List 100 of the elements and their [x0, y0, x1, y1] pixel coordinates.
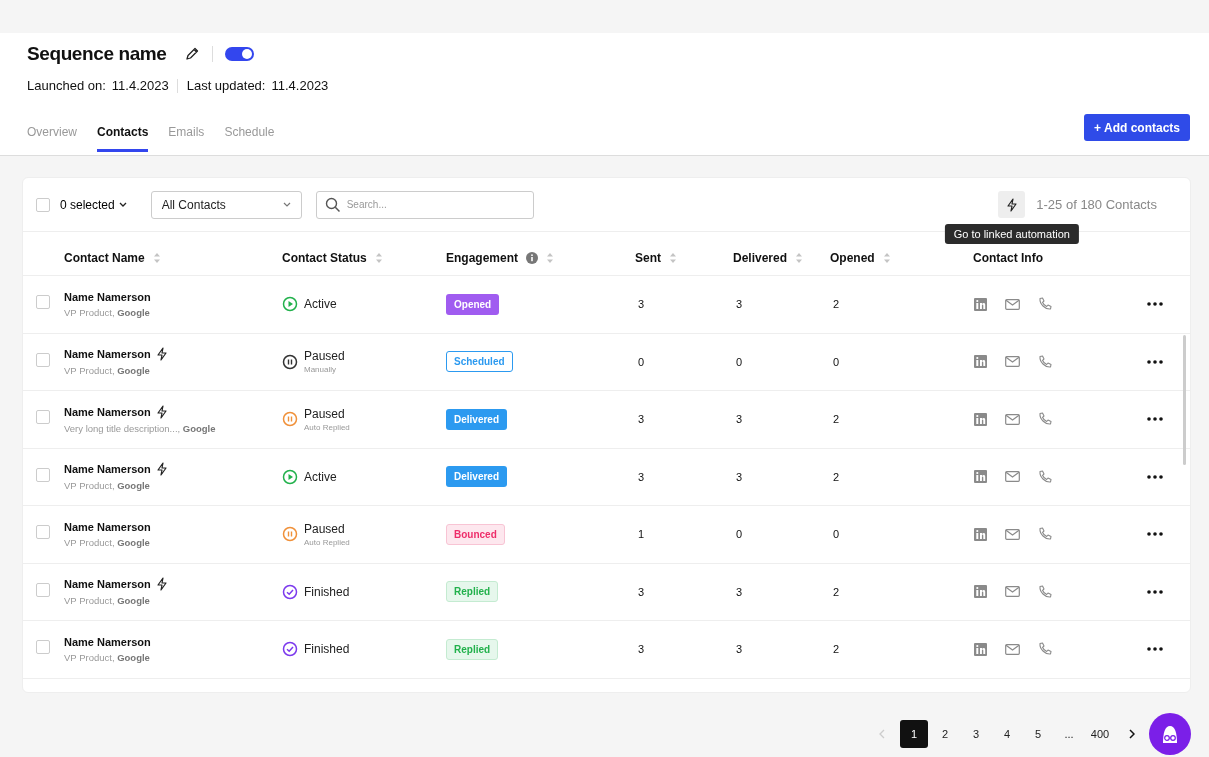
status-label: Finished [304, 642, 350, 657]
edit-icon[interactable] [184, 46, 201, 62]
page-button[interactable]: 400 [1086, 720, 1114, 748]
column-header[interactable]: Engagement [446, 250, 518, 265]
contacts-filter-dropdown[interactable]: All Contacts [150, 190, 302, 219]
linkedin-icon[interactable] [974, 297, 987, 311]
contact-name[interactable]: Name Namerson [64, 578, 151, 591]
updated-date: 11.4.2023 [271, 78, 329, 93]
more-icon[interactable] [1147, 589, 1163, 594]
contact-name[interactable]: Name Namerson [64, 405, 151, 418]
add-contacts-button[interactable]: + Add contacts [1084, 114, 1190, 141]
engagement-badge: Replied [446, 581, 499, 603]
mail-icon[interactable] [1005, 471, 1020, 483]
row-checkbox[interactable] [36, 295, 50, 310]
launched-label: Launched on: [27, 78, 106, 93]
page-button[interactable]: 3 [962, 720, 990, 748]
contact-name[interactable]: Name Namerson [64, 290, 151, 303]
phone-icon[interactable] [1038, 412, 1052, 427]
more-icon[interactable] [1147, 532, 1163, 537]
table-cell: 3 [638, 585, 645, 598]
sort-icon[interactable] [882, 251, 891, 264]
table-cell: 3 [736, 585, 743, 598]
row-checkbox[interactable] [36, 410, 50, 425]
page-button[interactable]: 1 [900, 720, 928, 748]
select-all-checkbox[interactable] [36, 197, 50, 212]
more-icon[interactable] [1147, 302, 1163, 307]
contact-name[interactable]: Name Namerson [64, 463, 151, 476]
page-button[interactable]: ... [1055, 720, 1083, 748]
sort-icon[interactable] [546, 251, 554, 264]
linkedin-icon[interactable] [974, 527, 987, 541]
mail-icon[interactable] [1005, 356, 1020, 368]
table-cell: 0 [833, 528, 840, 541]
more-icon[interactable] [1147, 474, 1163, 479]
phone-icon[interactable] [1038, 584, 1052, 599]
more-icon[interactable] [1147, 417, 1163, 422]
row-checkbox[interactable] [36, 640, 50, 655]
table-cell: 3 [638, 470, 645, 483]
column-header[interactable]: Delivered [733, 250, 788, 265]
sort-icon[interactable] [374, 251, 383, 264]
status-label: Paused [304, 521, 346, 536]
mail-icon[interactable] [1005, 413, 1020, 425]
selection-dropdown[interactable]: 0 selected [60, 197, 127, 212]
table-cell: 0 [638, 355, 645, 368]
job-title: VP Product, Google [64, 480, 151, 492]
row-checkbox[interactable] [36, 525, 50, 540]
table-cell: 3 [736, 643, 743, 656]
row-checkbox[interactable] [36, 467, 50, 482]
linkedin-icon[interactable] [974, 642, 987, 656]
column-header[interactable]: Contact Name [64, 250, 145, 265]
table-cell: 0 [833, 355, 840, 368]
phone-icon[interactable] [1038, 354, 1052, 369]
mail-icon[interactable] [1005, 298, 1020, 310]
more-icon[interactable] [1147, 647, 1163, 652]
active-toggle[interactable] [225, 47, 255, 61]
status-label: Active [304, 297, 337, 312]
phone-icon[interactable] [1038, 527, 1052, 542]
page-button[interactable]: 5 [1024, 720, 1052, 748]
column-header[interactable]: Sent [635, 250, 661, 265]
assistant-button[interactable] [1149, 713, 1191, 755]
linkedin-icon[interactable] [974, 470, 987, 484]
linkedin-icon[interactable] [974, 585, 987, 599]
table-cell: 3 [638, 643, 645, 656]
sort-icon[interactable] [152, 251, 161, 264]
more-icon[interactable] [1147, 359, 1163, 364]
sort-icon[interactable] [669, 251, 677, 264]
table-cell: 0 [736, 355, 743, 368]
job-title: VP Product, Google [64, 306, 151, 318]
sort-icon[interactable] [795, 251, 804, 264]
tab[interactable]: Contacts [97, 125, 149, 152]
contact-name[interactable]: Name Namerson [64, 635, 151, 648]
page-button[interactable]: 2 [931, 720, 959, 748]
mail-icon[interactable] [1005, 586, 1020, 598]
job-title: Very long title description..., Google [64, 422, 217, 434]
column-header[interactable]: Opened [830, 250, 875, 265]
contact-name[interactable]: Name Namerson [64, 520, 151, 533]
chevron-right-icon[interactable] [1129, 729, 1135, 739]
mail-icon[interactable] [1005, 643, 1020, 655]
phone-icon[interactable] [1038, 642, 1052, 657]
table-cell: 3 [736, 298, 743, 311]
column-header[interactable]: Contact Status [282, 250, 367, 265]
table-cell: 3 [736, 470, 743, 483]
status-detail: Auto Replied [304, 537, 350, 547]
status-label: Paused [304, 406, 346, 421]
launched-date: 11.4.2023 [111, 78, 169, 93]
job-title: VP Product, Google [64, 365, 151, 377]
row-checkbox[interactable] [36, 352, 50, 367]
table-cell: 2 [833, 413, 840, 426]
phone-icon[interactable] [1038, 297, 1052, 312]
contact-name[interactable]: Name Namerson [64, 348, 151, 361]
page-button[interactable]: 4 [993, 720, 1021, 748]
mail-icon[interactable] [1005, 528, 1020, 540]
table-cell: 2 [833, 643, 840, 656]
row-checkbox[interactable] [36, 582, 50, 597]
table-cell: 3 [638, 298, 645, 311]
scrollbar[interactable] [1183, 335, 1186, 465]
search-field[interactable]: Search... [315, 190, 534, 219]
linked-automation-button[interactable] [998, 191, 1026, 218]
linkedin-icon[interactable] [974, 355, 987, 369]
linkedin-icon[interactable] [974, 412, 987, 426]
phone-icon[interactable] [1038, 469, 1052, 484]
